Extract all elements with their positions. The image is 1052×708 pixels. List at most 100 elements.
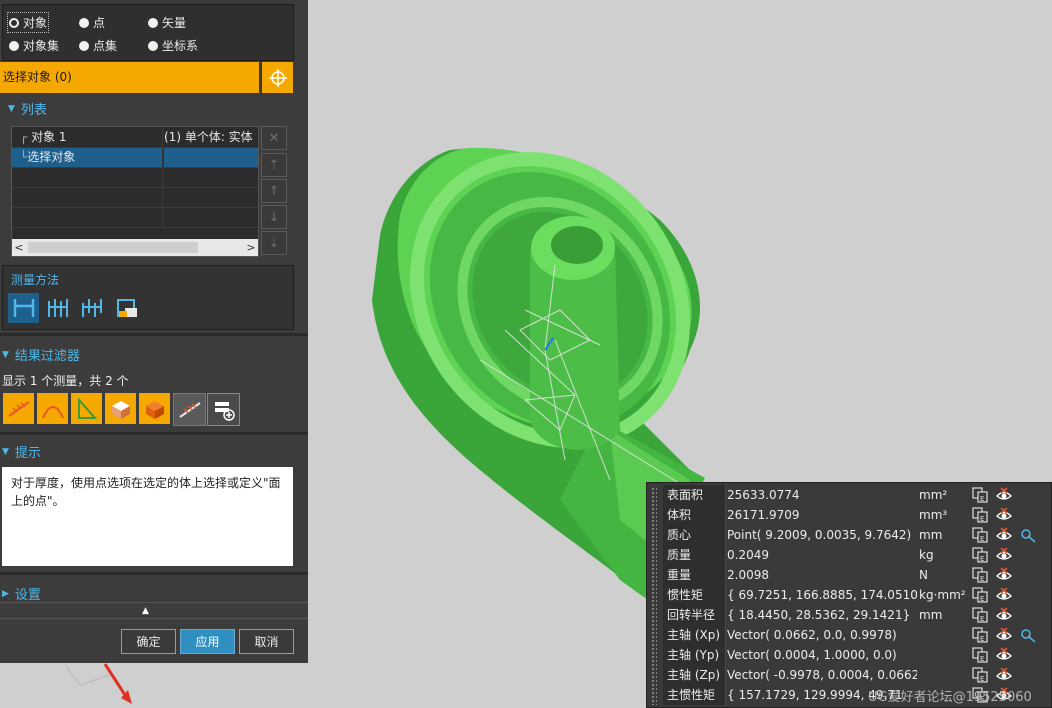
angle-filter-icon[interactable] [71,393,102,424]
object-list: ┌ 对象 1 (1) 单个体: 实体 └选择对象 < > [11,126,259,257]
divider [0,602,308,603]
dimension-filter-icon[interactable] [173,393,206,426]
filter-section-header[interactable]: ▼ 结果过滤器 [2,345,80,364]
radio-object[interactable]: 对象 [6,12,50,33]
arc-filter-icon[interactable] [37,393,68,424]
result-value: { 18.4450, 28.5362, 29.1421} [727,608,911,622]
result-name: 主轴 (Zp) [663,665,726,685]
show-hide-icon[interactable] [995,647,1013,663]
result-row[interactable]: 质量 0.2049 kg E [663,545,1052,565]
result-name: 主轴 (Xp) [663,625,726,645]
scroll-left-icon[interactable]: < [12,239,26,256]
list-item-name: 对象 1 [31,130,67,144]
result-name: 质量 [663,545,726,565]
crosshair-icon[interactable] [262,62,293,93]
result-row[interactable]: 惯性矩{ 69.7251, 166.8885, 174.0510} kg·mm² E [663,585,1052,605]
mass-properties-icon[interactable] [111,293,142,323]
result-row[interactable]: 主惯性矩{ 157.1729, 129.9994, 49.71 E [663,685,1052,705]
copy-to-expression-icon[interactable]: E [971,547,989,563]
distance-icon[interactable] [8,293,39,323]
list-item[interactable]: └选择对象 [12,148,258,168]
result-name: 主轴 (Yp) [663,645,726,665]
result-name: 质心 [663,525,726,545]
show-hide-icon[interactable] [995,627,1013,643]
copy-to-expression-icon[interactable]: E [971,487,989,503]
show-hide-icon[interactable] [995,587,1013,603]
show-hide-icon[interactable] [995,507,1013,523]
result-row[interactable]: 主轴 (Yp) Vector( 0.0004, 1.0000, 0.0) E [663,645,1052,665]
show-hide-icon[interactable] [995,607,1013,623]
cancel-button[interactable]: 取消 [239,629,294,654]
expand-up-icon[interactable]: ▲ [142,606,149,616]
show-hide-icon[interactable] [995,527,1013,543]
copy-to-expression-icon[interactable]: E [971,507,989,523]
result-unit [917,685,969,705]
settings-section-header[interactable]: ▶ 设置 [2,584,41,603]
result-value: { 157.1729, 129.9994, 49.71 [727,688,903,702]
length-filter-icon[interactable] [3,393,34,424]
copy-to-expression-icon[interactable]: E [971,647,989,663]
copy-to-expression-icon[interactable]: E [971,627,989,643]
svg-text:E: E [980,555,984,563]
result-value: Vector( 0.0004, 1.0000, 0.0) [727,648,897,662]
add-filter-icon[interactable] [207,393,240,426]
area-filter-icon[interactable] [105,393,136,424]
multi-distance-icon[interactable] [43,293,74,323]
apply-button[interactable]: 应用 [180,629,235,654]
result-row[interactable]: 主轴 (Zp) Vector( -0.9978, 0.0004, 0.0662) E [663,665,1052,685]
radio-csys[interactable]: 坐标系 [148,37,198,54]
result-row[interactable]: 主轴 (Xp) Vector( 0.0662, 0.0, 0.9978) E [663,625,1052,645]
result-value: 26171.9709 [727,508,800,522]
copy-to-expression-icon[interactable]: E [971,587,989,603]
ok-button[interactable]: 确定 [121,629,176,654]
radio-point-set[interactable]: 点集 [79,37,117,54]
show-hide-icon[interactable] [995,547,1013,563]
result-value: 25633.0774 [727,488,800,502]
copy-to-expression-icon[interactable]: E [971,527,989,543]
divider [0,333,308,336]
copy-to-expression-icon[interactable]: E [971,687,989,703]
list-section-header[interactable]: ▼ 列表 [8,99,47,118]
radio-point[interactable]: 点 [79,14,105,31]
result-row[interactable]: 回转半径{ 18.4450, 28.5362, 29.1421} mm E [663,605,1052,625]
show-hide-icon[interactable] [995,567,1013,583]
radio-object-set[interactable]: 对象集 [9,37,59,54]
result-unit: mm [919,528,943,542]
result-row[interactable]: 表面积 25633.0774 mm² E [663,485,1052,505]
move-top-icon[interactable]: ⇡ [261,153,287,177]
result-row[interactable]: 重量 2.0098 N E [663,565,1052,585]
svg-text:E: E [980,655,984,663]
tree-line-icon: ┌ [20,130,28,144]
copy-to-expression-icon[interactable]: E [971,667,989,683]
select-object-bar[interactable]: 选择对象 (0) [0,62,259,93]
copy-to-expression-icon[interactable]: E [971,567,989,583]
horizontal-scrollbar[interactable]: < > [12,239,258,256]
vector-display-icon[interactable] [1019,527,1037,543]
result-row[interactable]: 质心 Point( 9.2009, 0.0035, 9.7642) mm E [663,525,1052,545]
svg-text:E: E [980,535,984,543]
list-item[interactable]: ┌ 对象 1 (1) 单个体: 实体 [12,128,258,148]
show-hide-icon[interactable] [995,487,1013,503]
scroll-right-icon[interactable]: > [244,239,258,256]
drag-grip[interactable] [651,487,657,705]
show-hide-icon[interactable] [995,667,1013,683]
radio-dot [148,40,158,51]
list-item-name-cell: └选择对象 [12,148,163,167]
chain-distance-icon[interactable] [77,293,108,323]
radio-vector[interactable]: 矢量 [148,14,186,31]
result-row[interactable]: 体积 26171.9709 mm³ E [663,505,1052,525]
scrollbar-thumb[interactable] [28,242,198,253]
volume-filter-icon[interactable] [139,393,170,424]
method-section-title: 测量方法 [11,273,60,287]
move-bottom-icon[interactable]: ⇣ [261,231,287,255]
hint-section-header[interactable]: ▼ 提示 [2,442,41,461]
list-item-empty [12,168,258,188]
delete-icon[interactable]: ✕ [261,126,287,150]
result-unit: kg [919,548,934,562]
collapse-triangle-icon: ▼ [8,103,15,114]
move-down-icon[interactable]: ↓ [261,205,287,229]
copy-to-expression-icon[interactable]: E [971,607,989,623]
vector-display-icon[interactable] [1019,627,1037,643]
show-hide-icon[interactable] [995,687,1013,703]
move-up-icon[interactable]: ↑ [261,179,287,203]
